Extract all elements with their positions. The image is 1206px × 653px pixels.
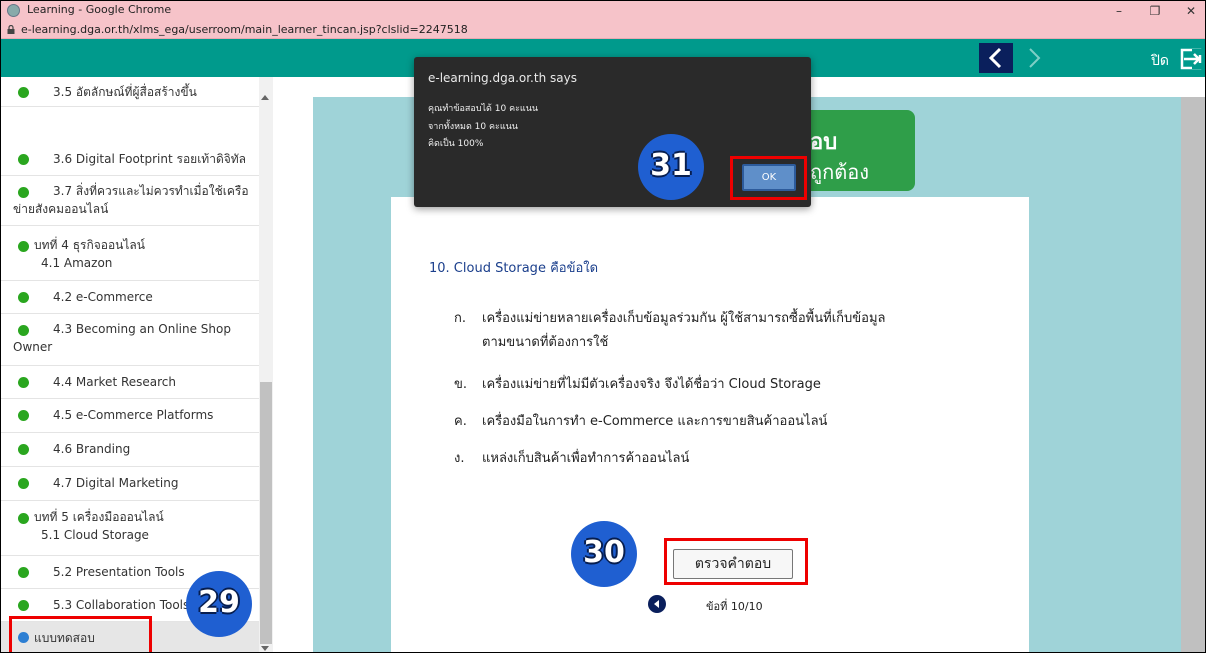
sidebar-item-label: บทที่ 5 เครื่องมือออนไลน์ [34, 510, 164, 524]
status-dot [18, 377, 29, 388]
choice-text: เครื่องแม่ข่ายหลายเครื่องเก็บข้อมูลร่วมก… [482, 311, 886, 326]
sidebar-item[interactable]: บทที่ 4 ธุรกิจออนไลน์ 4.1 Amazon [1, 226, 259, 281]
sidebar-item[interactable]: 4.6 Branding [1, 433, 259, 467]
sidebar-item-label: 3.5 อัตลักษณ์ที่ผู้สื่อสร้างขึ้น [53, 85, 197, 99]
alert-message-line: คิดเป็น 100% [428, 139, 484, 149]
app-window: Learning - Google Chrome – ❐ ✕ e-learnin… [0, 0, 1206, 653]
choice-option[interactable]: ข. เครื่องแม่ข่ายที่ไม่มีตัวเครื่องจริง … [454, 373, 974, 397]
choice-text-2: ตามขนาดที่ต้องการใช้ [482, 335, 609, 350]
sidebar-item[interactable]: 4.3 Becoming an Online Shop Owner [1, 314, 259, 366]
status-dot [18, 154, 29, 165]
choice-letter: ก. [454, 311, 467, 326]
chevron-right-icon [1029, 48, 1041, 68]
sidebar-item-label: 5.3 Collaboration Tools [53, 598, 190, 612]
status-dot [18, 325, 29, 336]
sidebar-item-label-2: Owner [13, 340, 53, 354]
chevron-left-icon [988, 47, 1002, 69]
choice-letter: ค. [454, 414, 467, 429]
sidebar-item[interactable]: 4.2 e-Commerce [1, 281, 259, 314]
status-dot [18, 87, 29, 98]
sidebar-item-label: 3.7 สิ่งที่ควรและไม่ควรทำเมื่อใช้เครือ [53, 184, 249, 198]
scroll-up-icon[interactable] [261, 95, 269, 100]
result-badge: อบ ถูกต้อง [798, 110, 915, 191]
ok-button[interactable]: OK [742, 164, 796, 191]
sidebar-item[interactable]: 4.4 Market Research [1, 366, 259, 399]
check-answer-button[interactable]: ตรวจคำตอบ [673, 549, 793, 579]
sidebar-item-label: 5.2 Presentation Tools [53, 565, 185, 579]
question-counter: ข้อที่ 10/10 [706, 600, 763, 613]
callout-30: 30 [571, 521, 637, 587]
status-dot [18, 241, 29, 252]
prev-page-button[interactable] [979, 43, 1013, 73]
alert-message-line: จากทั้งหมด 10 คะแนน [428, 122, 518, 132]
maximize-button[interactable]: ❐ [1137, 1, 1173, 21]
callout-29: 29 [186, 571, 252, 637]
sidebar-item-label-2: 4.1 Amazon [41, 256, 113, 270]
alert-origin: e-learning.dga.or.th says [428, 71, 577, 85]
choice-letter: ข. [454, 377, 468, 392]
address-bar[interactable]: e-learning.dga.or.th/xlms_ega/userroom/m… [1, 21, 1205, 39]
sidebar-item-label: บทที่ 4 ธุรกิจออนไลน์ [34, 238, 145, 252]
choice-text: เครื่องแม่ข่ายที่ไม่มีตัวเครื่องจริง จึง… [482, 377, 821, 392]
title-bar: Learning - Google Chrome – ❐ ✕ [1, 1, 1205, 21]
status-dot [18, 444, 29, 455]
sidebar-item-label-2: ข่ายสังคมออนไลน์ [13, 202, 109, 216]
scroll-down-icon[interactable] [261, 646, 269, 651]
sidebar-item-label: 4.6 Branding [53, 442, 131, 456]
highlight-box-quiz [9, 616, 152, 652]
status-dot [18, 478, 29, 489]
caret-left-icon [654, 600, 659, 608]
status-dot [18, 292, 29, 303]
sidebar-item-label: 4.5 e-Commerce Platforms [53, 408, 214, 422]
close-label: ปิด [1151, 53, 1169, 69]
sidebar-item[interactable]: 3.5 อัตลักษณ์ที่ผู้สื่อสร้างขึ้น [1, 77, 259, 107]
choice-option[interactable]: ก. เครื่องแม่ข่ายหลายเครื่องเก็บข้อมูลร่… [454, 307, 974, 355]
sidebar-item-label: 3.6 Digital Footprint รอยเท้าดิจิทัล [53, 152, 247, 166]
status-dot [18, 410, 29, 421]
status-dot [18, 187, 29, 198]
alert-message-line: คุณทำข้อสอบได้ 10 คะแนน [428, 104, 539, 114]
sidebar-item[interactable]: 3.7 สิ่งที่ควรและไม่ควรทำเมื่อใช้เครือ ข… [1, 176, 259, 226]
sidebar-item-label: 4.3 Becoming an Online Shop [53, 322, 231, 336]
choice-letter: ง. [454, 451, 465, 466]
next-page-button[interactable] [1017, 43, 1051, 73]
lock-icon [7, 25, 15, 34]
sidebar-item-label: 4.7 Digital Marketing [53, 476, 179, 490]
choice-option[interactable]: ค. เครื่องมือในการทำ e-Commerce และการขา… [454, 410, 974, 434]
result-badge-line1: อบ [810, 130, 838, 155]
choice-text: เครื่องมือในการทำ e-Commerce และการขายสิ… [482, 414, 828, 429]
sidebar-item[interactable]: บทที่ 5 เครื่องมือออนไลน์ 5.1 Cloud Stor… [1, 501, 259, 556]
sidebar-item[interactable]: 3.6 Digital Footprint รอยเท้าดิจิทัล [1, 143, 259, 176]
close-window-button[interactable]: ✕ [1173, 1, 1205, 21]
question-title: 10. Cloud Storage คือข้อใด [429, 261, 599, 276]
result-badge-line2: ถูกต้อง [810, 160, 869, 184]
callout-31: 31 [638, 134, 704, 200]
right-margin [1181, 97, 1205, 652]
quiz-card: 10. Cloud Storage คือข้อใด ก. เครื่องแม่… [391, 197, 1029, 652]
choice-option[interactable]: ง. แหล่งเก็บสินค้าเพื่อทำการค้าออนไลน์ [454, 447, 974, 471]
status-dot [18, 513, 29, 524]
lesson-sidebar: 3.5 อัตลักษณ์ที่ผู้สื่อสร้างขึ้น 3.6 Dig… [1, 77, 273, 652]
url-text: e-learning.dga.or.th/xlms_ega/userroom/m… [21, 23, 468, 36]
sidebar-item-label-2: 5.1 Cloud Storage [41, 528, 149, 542]
prev-question-button[interactable] [648, 595, 666, 613]
sidebar-item-label: 4.4 Market Research [53, 375, 177, 389]
choice-text: แหล่งเก็บสินค้าเพื่อทำการค้าออนไลน์ [482, 451, 690, 466]
window-title: Learning - Google Chrome [27, 3, 172, 16]
minimize-button[interactable]: – [1101, 1, 1137, 21]
exit-icon [1180, 48, 1202, 70]
sidebar-item[interactable]: 4.7 Digital Marketing [1, 467, 259, 501]
sidebar-item-label: 4.2 e-Commerce [53, 290, 153, 304]
status-dot [18, 600, 29, 611]
sidebar-item[interactable]: 4.5 e-Commerce Platforms [1, 399, 259, 433]
scrollbar-thumb[interactable] [260, 382, 272, 644]
status-dot [18, 567, 29, 578]
chrome-icon [7, 4, 20, 17]
